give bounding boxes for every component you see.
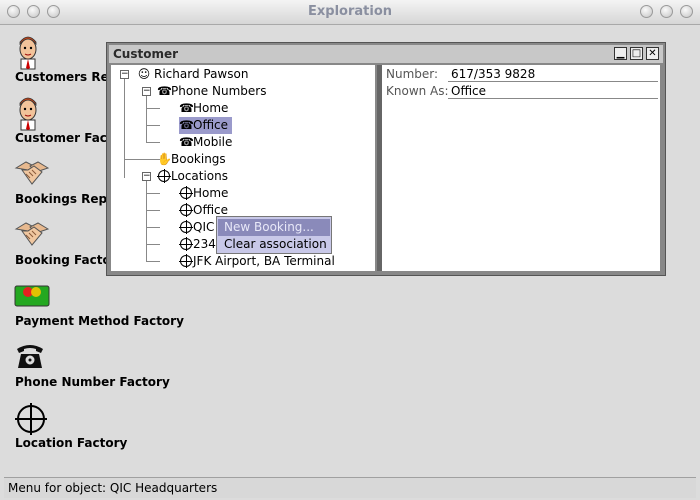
number-field[interactable]: 617/353 9828 [451, 67, 535, 81]
titlebar-button-1-icon[interactable] [640, 5, 653, 18]
crosshair-icon [14, 402, 50, 438]
tree-node-location-jfk[interactable]: JFK Airport, BA Terminal [179, 253, 335, 270]
handshake-icon [14, 158, 50, 194]
person-icon: ☺ [137, 67, 151, 81]
tree-node-phone-home[interactable]: ☎Home [179, 100, 228, 117]
collapse-locations-toggle[interactable]: − [142, 172, 151, 181]
menu-item-clear-association[interactable]: Clear association [218, 236, 330, 253]
telephone-icon [14, 341, 50, 377]
known-as-label: Known As: [386, 84, 449, 98]
status-bar: Menu for object: QIC Headquarters [4, 477, 696, 498]
known-as-field[interactable]: Office [451, 84, 486, 98]
app-title: Exploration [308, 4, 392, 19]
titlebar-button-3-icon[interactable] [680, 5, 693, 18]
titlebar-button-2-icon[interactable] [660, 5, 673, 18]
tree-node-phone-mobile[interactable]: ☎Mobile [179, 134, 232, 151]
tree-node-location-home[interactable]: Home [179, 185, 228, 202]
desktop-item-phone-number-factory[interactable]: Phone Number Factory [10, 341, 190, 397]
crosshair-icon [157, 168, 171, 185]
telephone-icon: ☎ [179, 118, 194, 132]
customer-window[interactable]: Customer ▁ □ ✕ − ☺ Richard Pawson − ☎Phon… [106, 42, 666, 276]
customer-window-title: Customer [113, 47, 179, 61]
collapse-customer-toggle[interactable]: − [120, 70, 129, 79]
maximize-icon[interactable]: □ [630, 47, 643, 60]
person-icon [14, 36, 50, 72]
handshake-icon: ✋ [157, 152, 172, 166]
handshake-icon [14, 219, 50, 255]
tree-node-location-qic[interactable]: QIC [179, 219, 214, 236]
collapse-phone-numbers-toggle[interactable]: − [142, 87, 151, 96]
close-icon[interactable]: ✕ [646, 47, 659, 60]
properties-panel: Number: 617/353 9828 Known As: Office [382, 65, 660, 271]
crosshair-icon [179, 236, 193, 253]
desktop-item-payment-method-factory[interactable]: Payment Method Factory [10, 280, 190, 336]
context-menu: New Booking... Clear association [216, 216, 332, 254]
crosshair-icon [179, 185, 193, 202]
desktop-item-label: Phone Number Factory [15, 375, 170, 389]
desktop-item-location-factory[interactable]: Location Factory [10, 402, 190, 458]
tree-node-phone-numbers[interactable]: ☎Phone Numbers [157, 83, 266, 100]
tree-node-bookings[interactable]: ✋Bookings [157, 151, 226, 168]
crosshair-icon [179, 202, 193, 219]
telephone-icon: ☎ [157, 84, 172, 98]
person-icon [14, 97, 50, 133]
telephone-icon: ☎ [179, 135, 194, 149]
tree-node-customer[interactable]: ☺ Richard Pawson [137, 66, 251, 83]
credit-card-icon [14, 280, 50, 316]
telephone-icon: ☎ [179, 101, 194, 115]
app-titlebar: Exploration [0, 0, 700, 25]
status-text: Menu for object: QIC Headquarters [8, 481, 218, 495]
menu-item-new-booking[interactable]: New Booking... [218, 219, 330, 236]
tree-node-phone-office[interactable]: ☎Office [179, 117, 233, 134]
minimize-icon[interactable]: ▁ [614, 47, 627, 60]
number-label: Number: [386, 67, 439, 81]
tree-node-location-234[interactable]: 234 [179, 236, 216, 253]
customer-window-titlebar[interactable]: Customer ▁ □ ✕ [109, 45, 663, 63]
crosshair-icon [179, 219, 193, 236]
tree-node-locations[interactable]: Locations [157, 168, 228, 185]
desktop-item-label: Location Factory [15, 436, 128, 450]
desktop-item-label: Payment Method Factory [15, 314, 184, 328]
crosshair-icon [179, 253, 193, 270]
